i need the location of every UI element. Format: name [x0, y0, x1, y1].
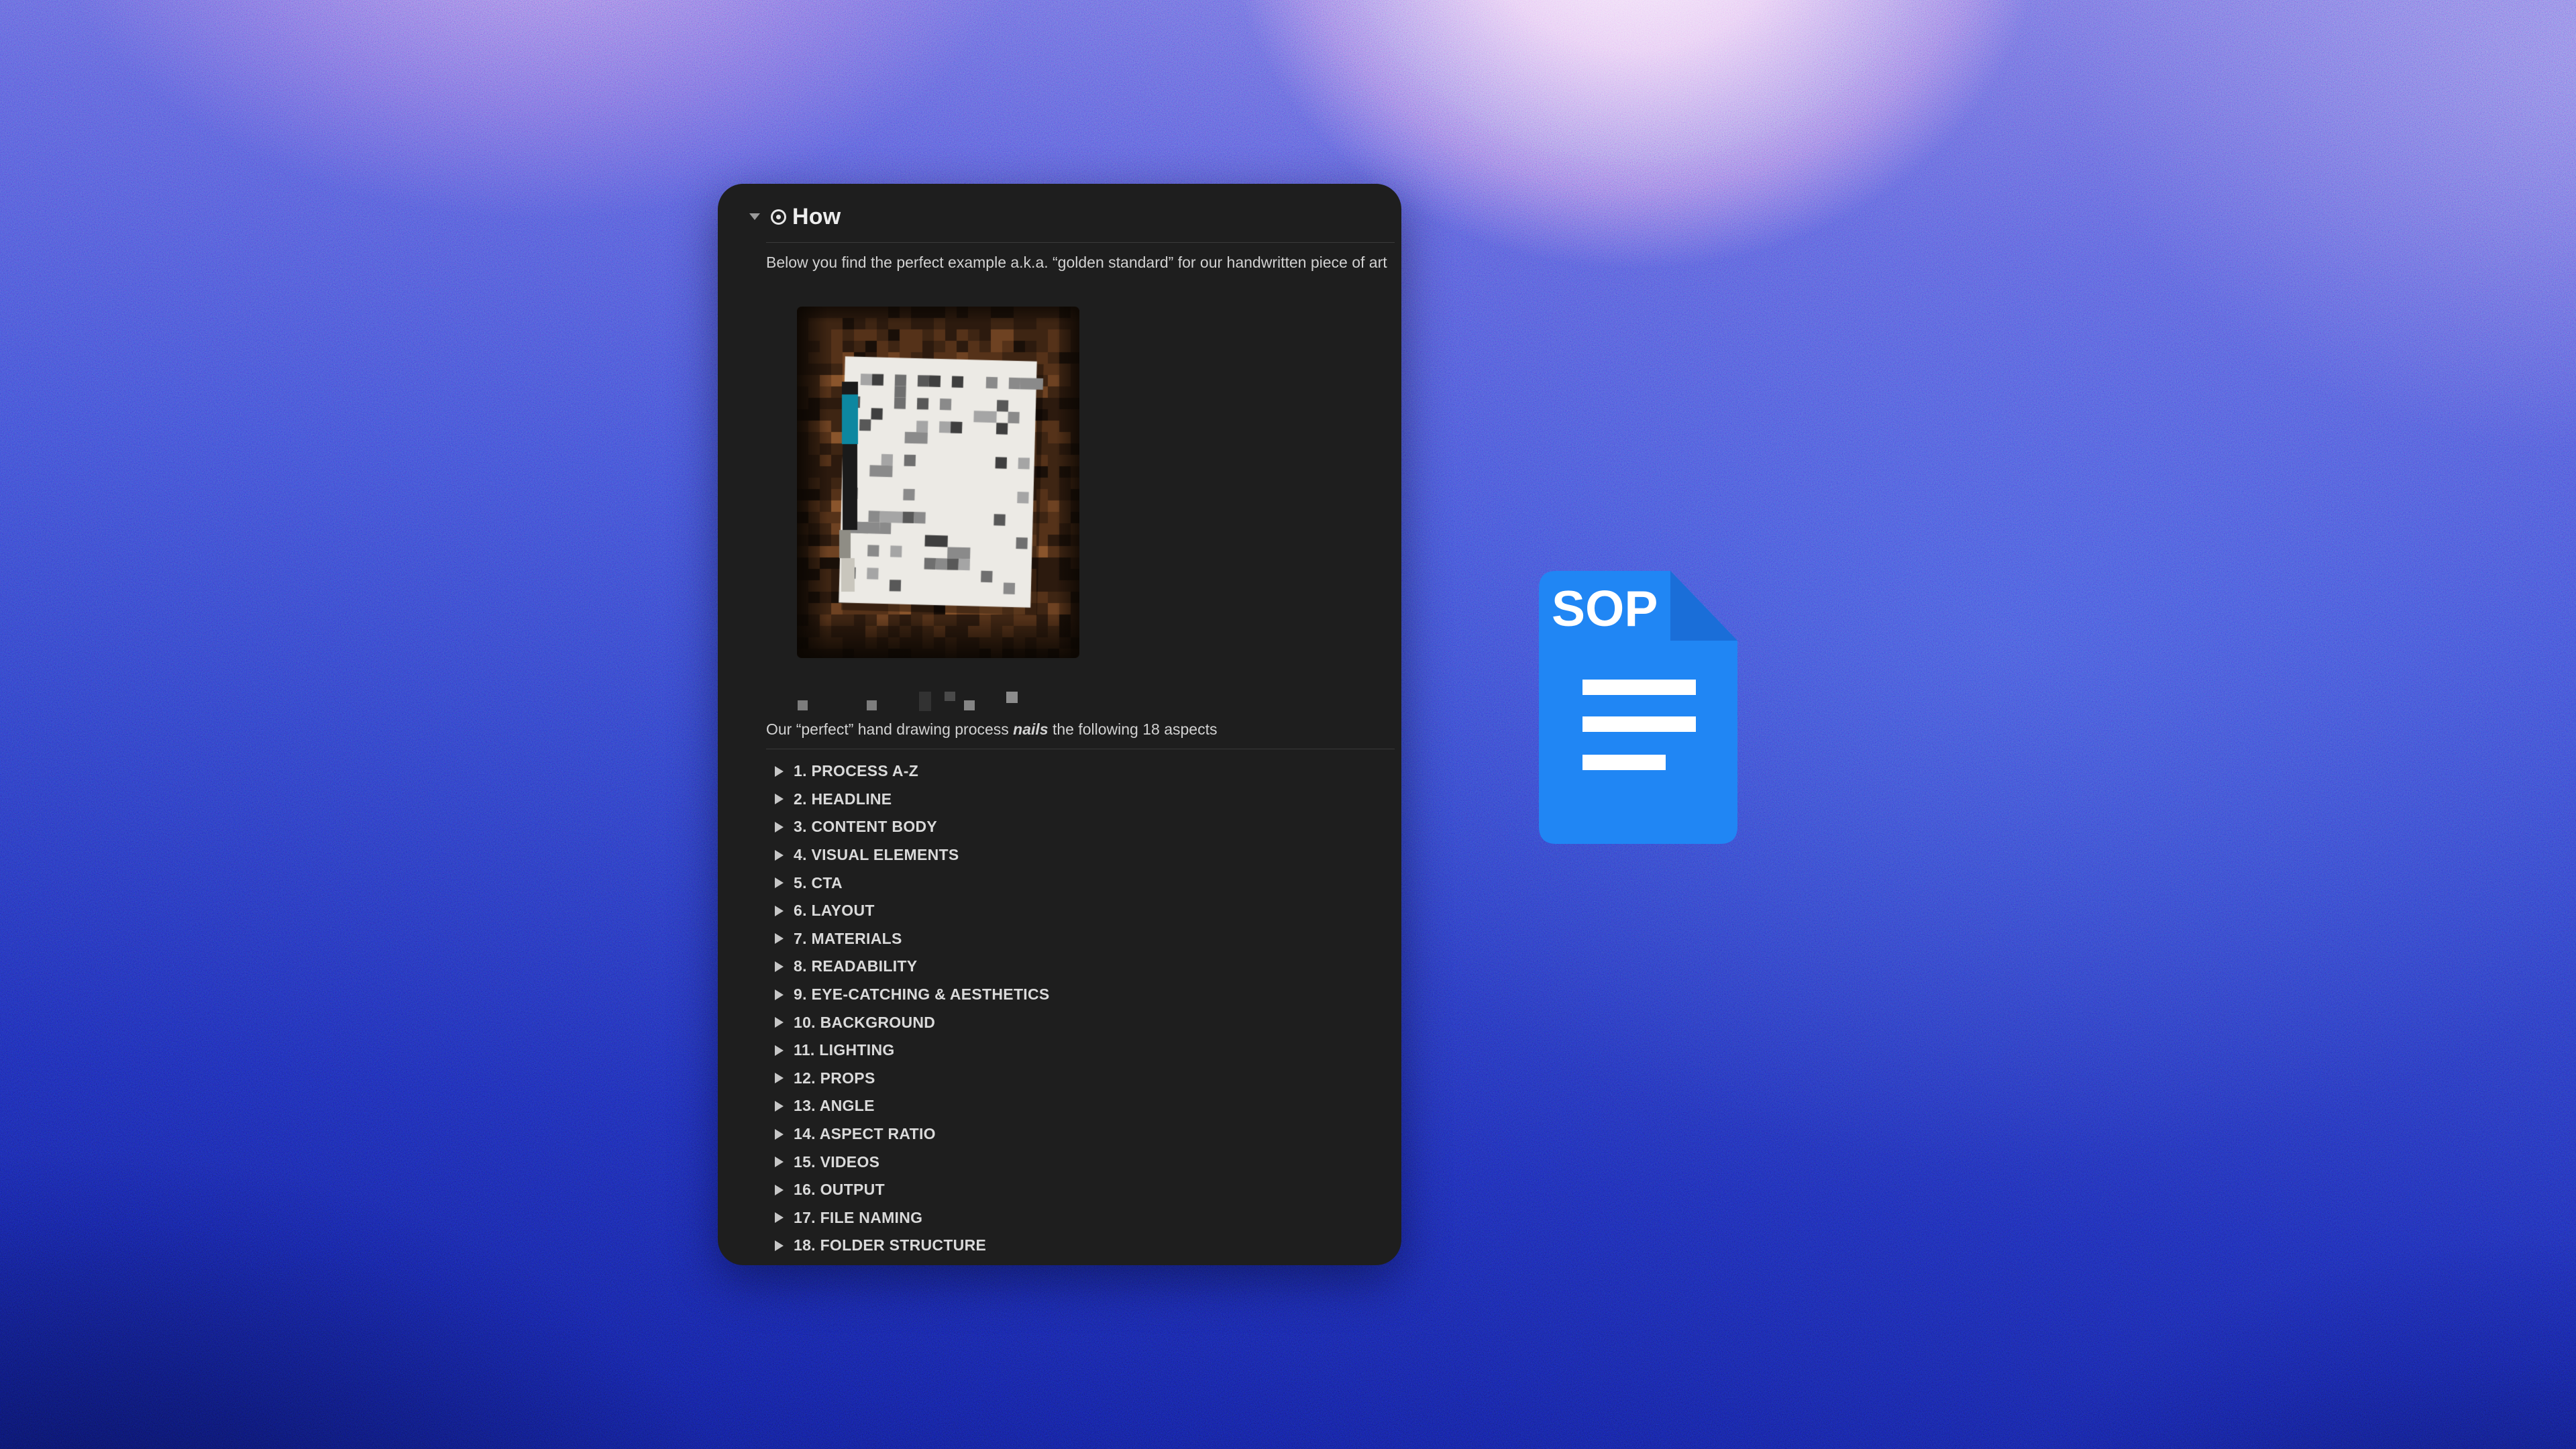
- toggle-right-icon: [775, 1101, 784, 1112]
- pixel-artifact: [919, 692, 931, 711]
- toggle-item-10[interactable]: 10. BACKGROUND: [718, 1008, 1401, 1036]
- toggle-item-7[interactable]: 7. MATERIALS: [718, 925, 1401, 953]
- toggle-right-icon: [775, 1240, 784, 1251]
- toggle-item-label: 13. ANGLE: [794, 1097, 875, 1115]
- toggle-item-label: 2. HEADLINE: [794, 790, 892, 808]
- caption-post: the following 18 aspects: [1049, 720, 1218, 738]
- toggle-item-label: 12. PROPS: [794, 1069, 875, 1087]
- toggle-item-label: 4. VISUAL ELEMENTS: [794, 846, 959, 864]
- toggle-right-icon: [775, 766, 784, 777]
- notion-page-panel: How Below you find the perfect example a…: [718, 184, 1401, 1265]
- pixel-artifact: [945, 692, 955, 701]
- toggle-right-icon: [775, 1212, 784, 1223]
- toggle-item-13[interactable]: 13. ANGLE: [718, 1092, 1401, 1120]
- example-photo: [797, 307, 1079, 658]
- toggle-item-label: 1. PROCESS A-Z: [794, 762, 918, 780]
- pixel-artifact: [867, 700, 877, 710]
- toggle-item-label: 11. LIGHTING: [794, 1041, 895, 1059]
- section-title: How: [792, 204, 841, 230]
- doc-text-line: [1582, 716, 1696, 732]
- wallpaper-stage: How Below you find the perfect example a…: [0, 0, 2576, 1449]
- sop-document-icon: SOP: [1539, 571, 1737, 844]
- toggle-item-17[interactable]: 17. FILE NAMING: [718, 1204, 1401, 1232]
- doc-text-line: [1582, 680, 1696, 695]
- toggle-right-icon: [775, 961, 784, 972]
- toggle-item-4[interactable]: 4. VISUAL ELEMENTS: [718, 841, 1401, 869]
- caption-pre: Our “perfect” hand drawing process: [766, 720, 1013, 738]
- toggle-item-18[interactable]: 18. FOLDER STRUCTURE: [718, 1232, 1401, 1260]
- header-divider: [766, 242, 1395, 243]
- toggle-right-icon: [775, 850, 784, 861]
- toggle-right-icon: [775, 877, 784, 888]
- section-collapse-toggle-icon[interactable]: [749, 213, 760, 220]
- target-circle-icon: [771, 209, 786, 225]
- toggle-right-icon: [775, 1129, 784, 1140]
- section-header: How: [718, 201, 1401, 232]
- toggle-right-icon: [775, 1045, 784, 1056]
- toggle-item-label: 15. VIDEOS: [794, 1153, 879, 1171]
- pixel-artifact: [798, 700, 808, 710]
- toggle-item-16[interactable]: 16. OUTPUT: [718, 1176, 1401, 1204]
- toggle-item-label: 17. FILE NAMING: [794, 1209, 922, 1227]
- toggle-right-icon: [775, 822, 784, 833]
- toggle-item-label: 8. READABILITY: [794, 957, 917, 975]
- toggle-item-label: 3. CONTENT BODY: [794, 818, 937, 836]
- toggle-right-icon: [775, 989, 784, 1000]
- toggle-item-label: 6. LAYOUT: [794, 902, 875, 920]
- toggle-right-icon: [775, 1185, 784, 1195]
- toggle-item-15[interactable]: 15. VIDEOS: [718, 1148, 1401, 1176]
- caption-emphasis: nails: [1013, 720, 1048, 738]
- toggle-item-9[interactable]: 9. EYE-CATCHING & AESTHETICS: [718, 981, 1401, 1009]
- toggle-right-icon: [775, 906, 784, 916]
- toggle-item-label: 9. EYE-CATCHING & AESTHETICS: [794, 985, 1050, 1004]
- toggle-item-label: 18. FOLDER STRUCTURE: [794, 1236, 986, 1254]
- doc-fold-icon: [1670, 571, 1737, 641]
- toggle-item-1[interactable]: 1. PROCESS A-Z: [718, 757, 1401, 786]
- toggle-right-icon: [775, 933, 784, 944]
- toggle-item-14[interactable]: 14. ASPECT RATIO: [718, 1120, 1401, 1148]
- toggle-item-8[interactable]: 8. READABILITY: [718, 953, 1401, 981]
- intro-text: Below you find the perfect example a.k.a…: [766, 254, 1397, 272]
- toggle-item-5[interactable]: 5. CTA: [718, 869, 1401, 897]
- toggle-right-icon: [775, 1157, 784, 1167]
- toggle-right-icon: [775, 1017, 784, 1028]
- toggle-right-icon: [775, 1073, 784, 1083]
- doc-text-line: [1582, 755, 1666, 770]
- toggle-item-label: 7. MATERIALS: [794, 930, 902, 948]
- toggle-item-label: 14. ASPECT RATIO: [794, 1125, 936, 1143]
- toggle-item-label: 10. BACKGROUND: [794, 1014, 935, 1032]
- toggle-item-2[interactable]: 2. HEADLINE: [718, 786, 1401, 814]
- toggle-item-label: 16. OUTPUT: [794, 1181, 885, 1199]
- toggle-item-3[interactable]: 3. CONTENT BODY: [718, 813, 1401, 841]
- toggle-item-11[interactable]: 11. LIGHTING: [718, 1036, 1401, 1065]
- caption-text: Our “perfect” hand drawing process nails…: [766, 720, 1397, 739]
- pixel-artifact: [964, 700, 975, 710]
- sop-label: SOP: [1552, 580, 1658, 637]
- toggle-item-label: 5. CTA: [794, 874, 843, 892]
- pixel-artifact: [1006, 692, 1018, 703]
- toggle-right-icon: [775, 794, 784, 804]
- aspect-toggle-list: 1. PROCESS A-Z 2. HEADLINE 3. CONTENT BO…: [718, 757, 1401, 1260]
- toggle-item-6[interactable]: 6. LAYOUT: [718, 897, 1401, 925]
- toggle-item-12[interactable]: 12. PROPS: [718, 1065, 1401, 1093]
